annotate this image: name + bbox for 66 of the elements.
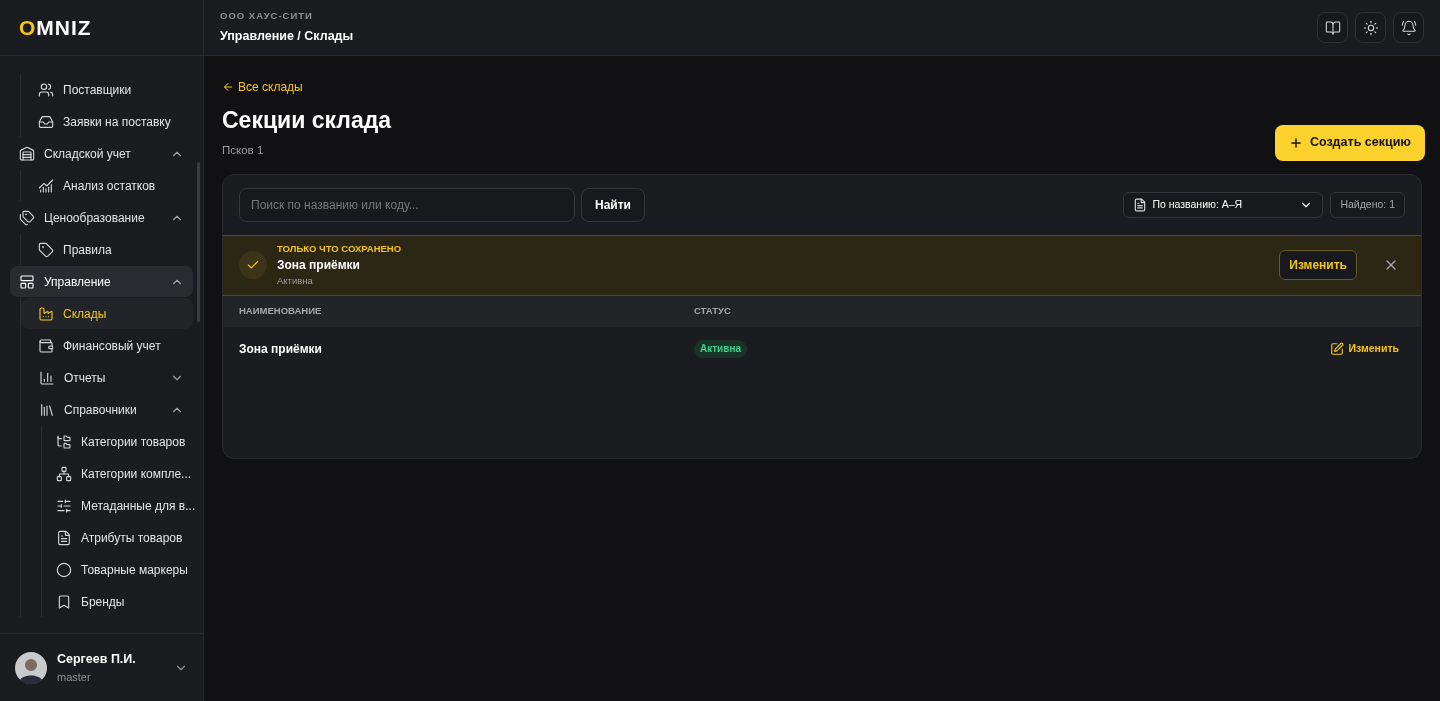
- scrollbar[interactable]: [197, 162, 200, 322]
- nav-item[interactable]: Метаданные для в...: [42, 490, 193, 521]
- nav-item[interactable]: Категории компле...: [42, 458, 193, 489]
- column-header: СТАТУС: [694, 304, 731, 319]
- document-icon: [56, 529, 72, 546]
- table-cell-text: Зона приёмки: [239, 340, 323, 358]
- sort-select[interactable]: По названию: А–Я: [1123, 191, 1324, 218]
- avatar: [15, 651, 47, 684]
- wallet-icon: [38, 337, 54, 354]
- chart-icon: [38, 177, 54, 194]
- notice-caption: ТОЛЬКО ЧТО СОХРАНЕНО: [277, 242, 403, 256]
- nav-group[interactable]: Справочники: [21, 394, 193, 425]
- nav-item[interactable]: Категории товаров: [42, 426, 193, 457]
- bar-chart-icon: [39, 369, 55, 386]
- edit-button[interactable]: Изменить: [1279, 250, 1357, 281]
- factory-icon: [38, 305, 54, 322]
- tree-icon: [56, 433, 72, 450]
- edit-link[interactable]: Изменить: [1330, 340, 1399, 357]
- network-icon: [56, 465, 72, 482]
- back-link[interactable]: Все склады: [222, 78, 392, 96]
- bell-icon[interactable]: [1393, 12, 1424, 43]
- nav-item[interactable]: Правила: [21, 234, 193, 265]
- organization-name: ООО ХАУС-СИТИ: [220, 9, 314, 23]
- nav-group[interactable]: Складской учет: [10, 138, 193, 169]
- nav-group[interactable]: Отчеты: [21, 362, 193, 393]
- edit-icon: [1330, 341, 1345, 356]
- arrow-left-icon: [222, 81, 234, 93]
- sun-icon[interactable]: [1355, 12, 1386, 43]
- users-icon: [38, 81, 54, 98]
- found-count: Найдено: 1: [1330, 191, 1405, 218]
- notice-title: Зона приёмки: [277, 257, 361, 275]
- nav-item[interactable]: Поставщики: [21, 74, 193, 105]
- document-icon: [1133, 197, 1148, 212]
- page-subtitle: Псков 1: [222, 142, 265, 158]
- nav-item[interactable]: Бренды: [42, 586, 193, 617]
- nav-item[interactable]: Склады: [21, 298, 193, 329]
- create-button[interactable]: Создать секцию: [1274, 124, 1425, 161]
- tags-icon: [19, 209, 35, 226]
- column-header: НАИМЕНОВАНИЕ: [239, 304, 323, 319]
- circle-icon: [56, 561, 72, 578]
- breadcrumb: Управление / Склады: [220, 28, 354, 46]
- nav-group[interactable]: Ценообразование: [10, 202, 193, 233]
- search-button[interactable]: Найти: [581, 187, 645, 222]
- check-icon: [239, 251, 267, 280]
- tag-icon: [38, 241, 54, 258]
- user-name: Сергеев П.И.: [57, 650, 137, 668]
- nav-item[interactable]: Финансовый учет: [21, 330, 193, 361]
- nav-item[interactable]: Атрибуты товаров: [42, 522, 193, 553]
- book-icon[interactable]: [1317, 12, 1348, 43]
- nav-group[interactable]: Управление: [10, 266, 193, 297]
- search-field[interactable]: Поиск по названию или коду...: [239, 187, 575, 222]
- bookmark-icon: [56, 593, 72, 610]
- status-badge: Активна: [694, 339, 748, 358]
- nav-item[interactable]: Анализ остатков: [21, 170, 193, 201]
- sliders-icon: [56, 497, 72, 514]
- logo: OMNIZ: [19, 17, 92, 38]
- plus-icon: [1288, 135, 1303, 150]
- user-role: master: [57, 669, 92, 685]
- page-title: Секции склада: [222, 106, 392, 135]
- notice-status: Активна: [277, 274, 314, 289]
- nav-item[interactable]: Товарные маркеры: [42, 554, 193, 585]
- warehouse-icon: [19, 145, 35, 162]
- inbox-icon: [38, 113, 54, 130]
- layout-icon: [19, 273, 35, 290]
- library-icon: [39, 401, 55, 418]
- nav-item[interactable]: Заявки на поставку: [21, 106, 193, 137]
